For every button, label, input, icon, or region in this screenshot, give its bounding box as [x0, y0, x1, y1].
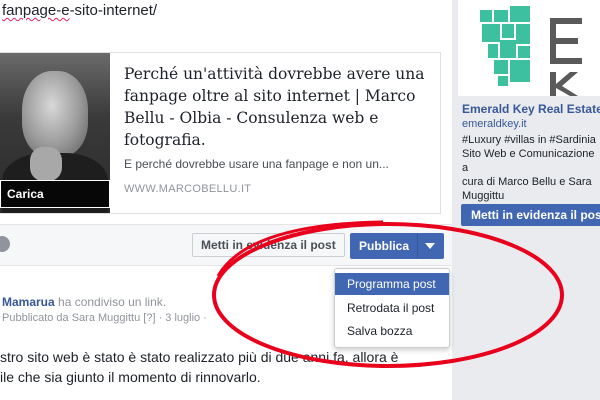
help-link[interactable]: [?] [143, 312, 155, 324]
composer-text[interactable]: fanpage-e-sito-internet/ [2, 2, 157, 19]
page-logo[interactable] [458, 0, 600, 96]
link-preview-description: E perché dovrebbe usare una fanpage e no… [124, 157, 389, 171]
logo-graphic [480, 6, 582, 96]
portrait-hand [30, 147, 62, 181]
spellcheck-word: fanpage-e [2, 2, 70, 19]
sidebar-page-name[interactable]: Emerald Key Real Estate, I [462, 102, 600, 116]
annotation-ellipse [212, 220, 564, 368]
desc-line: cura di Marco Bellu e Sara [462, 176, 592, 188]
post-text-line: ile che sia giunto il momento di rinnova… [0, 369, 261, 385]
published-by: Pubblicato da Sara Muggittu [2, 312, 141, 324]
post-meta: Pubblicato da Sara Muggittu [?] · 3 lugl… [2, 312, 207, 324]
sidebar-page-link[interactable]: emeraldkey.it [462, 118, 527, 130]
post-action: ha condiviso un link. [58, 295, 167, 309]
link-preview-title[interactable]: Perché un'attività dovrebbe avere una fa… [124, 63, 434, 151]
link-preview-domain: WWW.MARCOBELLU.IT [124, 183, 252, 195]
upload-image-button[interactable]: Carica immagine [0, 180, 110, 208]
desc-line: #Luxury #villas in #Sardinia [462, 134, 596, 146]
composer-text-rest: -sito-internet/ [69, 2, 158, 19]
sidebar-page-description: #Luxury #villas in #Sardinia Sito Web e C… [462, 133, 600, 203]
portrait-face [22, 71, 88, 157]
desc-line: Sito Web e Comunicazione a [462, 148, 595, 174]
desc-line: Muggittu [462, 190, 505, 202]
post-header: Mamarua ha condiviso un link. [2, 295, 166, 309]
link-preview-card[interactable]: Carica immagine Perché un'attività dovre… [0, 52, 441, 214]
link-preview-image: Carica immagine [0, 53, 110, 213]
post-author-name[interactable]: Mamarua [2, 295, 55, 309]
emoji-icon[interactable] [0, 236, 10, 252]
post-date[interactable]: · 3 luglio · [159, 312, 207, 324]
